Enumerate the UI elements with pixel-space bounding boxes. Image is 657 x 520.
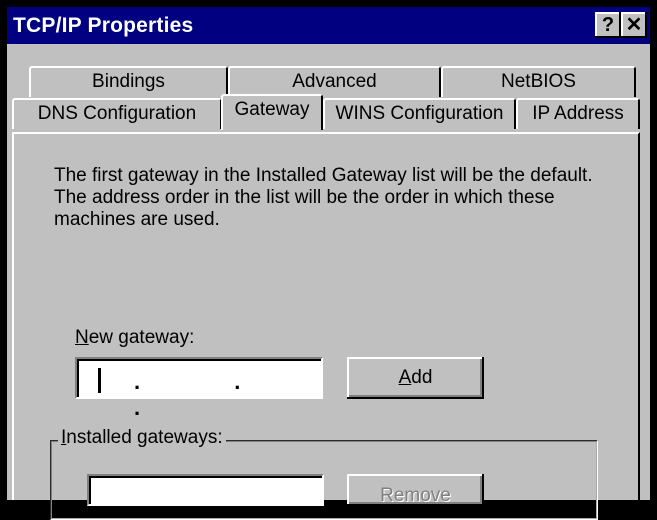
tab-advanced[interactable]: Advanced bbox=[228, 66, 441, 97]
tab-gateway[interactable]: Gateway bbox=[221, 94, 323, 130]
remove-button[interactable]: Remove bbox=[347, 474, 484, 506]
text-caret bbox=[98, 368, 101, 393]
description-line: machines are used. bbox=[54, 209, 220, 230]
ip-separator-dots: . . . bbox=[134, 369, 285, 420]
gateway-description: The first gateway in the Installed Gatew… bbox=[54, 165, 624, 231]
help-button[interactable]: ? bbox=[595, 12, 621, 38]
tab-netbios[interactable]: NetBIOS bbox=[441, 66, 636, 97]
tab-bindings[interactable]: Bindings bbox=[29, 66, 228, 97]
new-gateway-label-text: ew gateway: bbox=[88, 327, 195, 348]
title-bar[interactable]: TCP/IP Properties ? ✕ bbox=[7, 7, 650, 44]
new-gateway-mnemonic: N bbox=[75, 327, 89, 348]
add-button-label: dd bbox=[411, 367, 433, 388]
description-line: The first gateway in the Installed Gatew… bbox=[54, 165, 593, 186]
add-mnemonic: A bbox=[398, 367, 412, 388]
tab-wins-configuration[interactable]: WINS Configuration bbox=[323, 98, 516, 129]
add-button[interactable]: Add bbox=[347, 357, 484, 399]
window-title: TCP/IP Properties bbox=[13, 14, 194, 37]
installed-gateways-label: Installed gateways: bbox=[58, 427, 226, 449]
description-line: The address order in the list will be th… bbox=[54, 187, 555, 208]
installed-gateways-list[interactable] bbox=[87, 474, 324, 506]
installed-label-text: nstalled gateways: bbox=[66, 427, 223, 448]
tab-dns-configuration[interactable]: DNS Configuration bbox=[12, 98, 222, 129]
close-button[interactable]: ✕ bbox=[621, 12, 647, 38]
new-gateway-label: New gateway: bbox=[75, 327, 194, 349]
tab-ip-address[interactable]: IP Address bbox=[516, 98, 640, 129]
new-gateway-ip-field[interactable]: . . . bbox=[75, 357, 323, 420]
